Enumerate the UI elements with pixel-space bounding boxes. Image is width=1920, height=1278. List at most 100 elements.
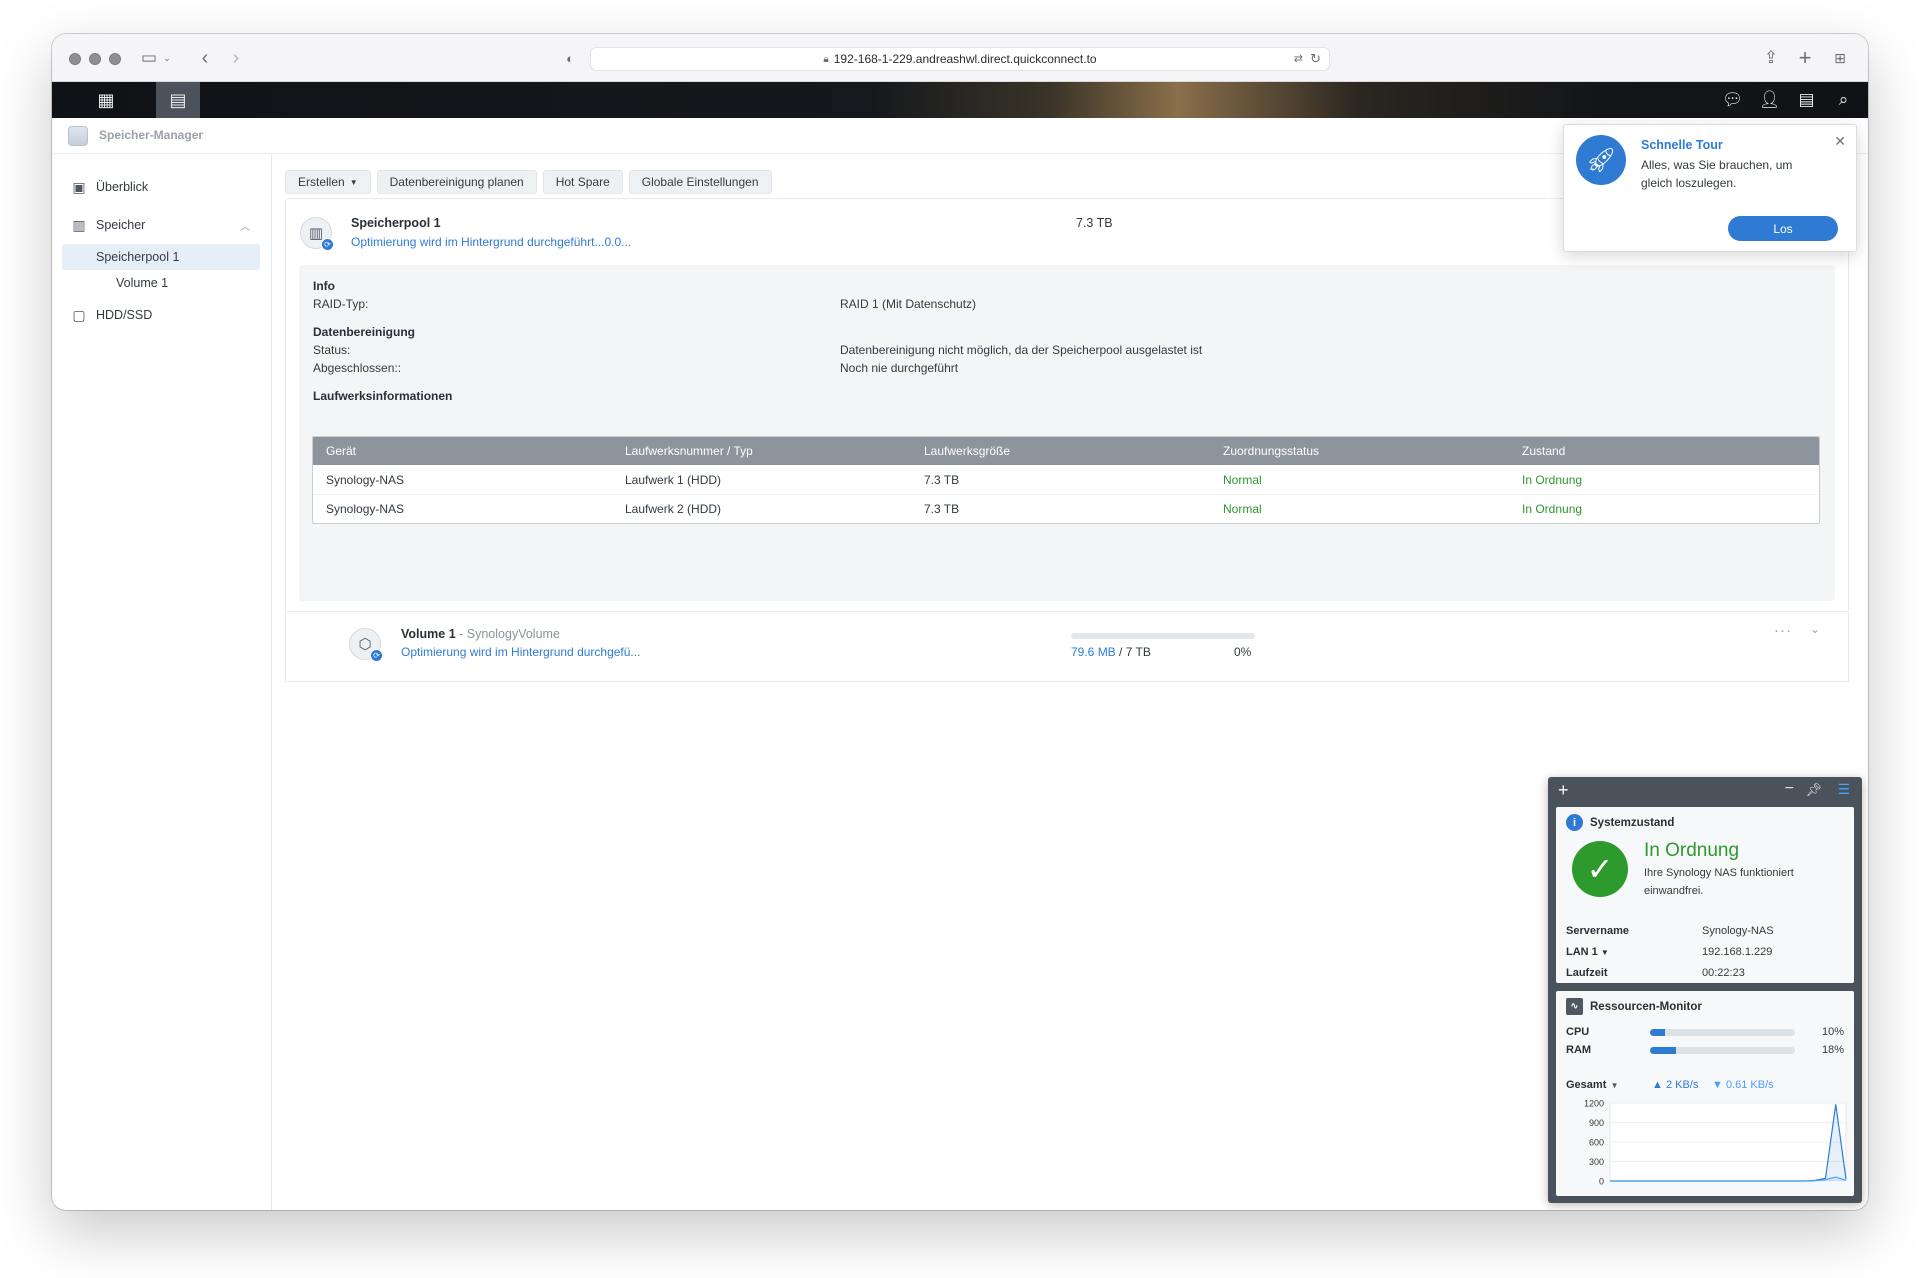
sidebar-item-overview[interactable]: ▣ Überblick: [62, 174, 260, 200]
storage-pool-card: ▥ ⟳ Speicherpool 1 Optimierung wird im H…: [285, 198, 1849, 612]
table-row[interactable]: Synology-NAS Laufwerk 1 (HDD) 7.3 TB Nor…: [313, 465, 1819, 494]
uptime-label: Laufzeit: [1566, 967, 1608, 979]
scrub-schedule-button[interactable]: Datenbereinigung planen: [376, 170, 537, 194]
volume-description: SynologyVolume: [466, 627, 560, 641]
widget-title: Systemzustand: [1590, 817, 1675, 829]
quick-tour-popup: 🚀︎ Schnelle Tour Alles, was Sie brauchen…: [1563, 124, 1857, 252]
table-row[interactable]: Synology-NAS Laufwerk 2 (HDD) 7.3 TB Nor…: [313, 494, 1819, 523]
back-arrow-icon[interactable]: ‹: [197, 46, 213, 70]
network-selector[interactable]: Gesamt ▼: [1566, 1079, 1619, 1091]
checkmark-icon: ✓: [1572, 841, 1628, 897]
sidebar-item-label: HDD/SSD: [96, 308, 153, 322]
upload-rate: ▲ 2 KB/s: [1652, 1079, 1698, 1091]
chevron-up-icon[interactable]: ︿: [240, 218, 250, 233]
sidebar-item-storage[interactable]: ▥ Speicher ︿: [62, 212, 260, 238]
privacy-shield-icon[interactable]: ◐: [561, 46, 579, 70]
pool-status-link[interactable]: Optimierung wird im Hintergrund durchgef…: [351, 235, 631, 249]
add-widget-icon[interactable]: +: [1558, 780, 1569, 801]
address-bar[interactable]: 🔒︎ 192-168-1-229.andreashwl.direct.quick…: [590, 47, 1330, 71]
volume-name: Volume 1: [401, 627, 456, 641]
chart-y-tick-label: 300: [1589, 1157, 1604, 1167]
create-button-label: Erstellen: [298, 175, 345, 189]
tab-overview-icon[interactable]: ⊞: [1830, 46, 1850, 70]
storage-manager-icon: [68, 126, 88, 146]
lock-icon: 🔒︎: [823, 53, 829, 65]
more-options-icon[interactable]: ···: [1774, 622, 1792, 639]
ram-label: RAM: [1566, 1044, 1592, 1056]
allocation-status-cell: Normal: [1223, 502, 1262, 516]
drive-size-cell: 7.3 TB: [924, 502, 960, 516]
drives-heading: Laufwerksinformationen: [313, 389, 453, 403]
volume-title: Volume 1 - SynologyVolume: [401, 627, 560, 641]
browser-window: ▭ ⌄ ‹ › ◐ 🔒︎ 192-168-1-229.andreashwl.di…: [52, 34, 1868, 1210]
lan-selector[interactable]: LAN 1 ▼: [1566, 946, 1609, 958]
chart-y-tick-label: 600: [1589, 1138, 1604, 1148]
pool-name: Speicherpool 1: [351, 216, 441, 230]
close-icon[interactable]: ✕: [1834, 133, 1846, 150]
column-header[interactable]: Zustand: [1509, 444, 1819, 458]
column-header[interactable]: Laufwerksgröße: [911, 444, 1210, 458]
network-row: Gesamt ▼ ▲ 2 KB/s ▼ 0.61 KB/s: [1566, 1079, 1844, 1091]
column-header[interactable]: Laufwerksnummer / Typ: [612, 444, 911, 458]
zoom-window-button[interactable]: [109, 53, 121, 65]
ram-row: RAM 18%: [1566, 1043, 1844, 1059]
sync-icon: ⟳: [321, 238, 334, 251]
hard-disk-icon: ▢: [72, 306, 86, 323]
widget-title: Ressourcen-Monitor: [1590, 1001, 1702, 1013]
tour-start-button[interactable]: Los: [1728, 216, 1838, 241]
cpu-label: CPU: [1566, 1026, 1590, 1038]
volume-separator: -: [455, 627, 467, 641]
uptime-value: 00:22:23: [1702, 967, 1745, 979]
translate-icon[interactable]: ⇄: [1294, 52, 1303, 65]
monitor-chart-icon: ∿: [1566, 998, 1583, 1015]
cpu-percent: 10%: [1821, 1026, 1844, 1038]
new-tab-plus-icon[interactable]: +: [1796, 45, 1814, 70]
health-status-cell: In Ordnung: [1522, 502, 1583, 516]
rocket-icon: 🚀︎: [1576, 135, 1626, 185]
pool-detail-panel: Info RAID-Typ: RAID 1 (Mit Datenschutz) …: [299, 265, 1835, 601]
network-chart: 1200 900 600 300 0: [1584, 1099, 1847, 1187]
download-rate: ▼ 0.61 KB/s: [1712, 1079, 1774, 1091]
column-header[interactable]: Zuordnungsstatus: [1210, 444, 1509, 458]
sidebar-item-storage-pool-1[interactable]: Speicherpool 1: [62, 244, 260, 270]
sidebar-toggle-icon[interactable]: ▭: [138, 46, 160, 70]
scrub-completed-value: Noch nie durchgeführt: [840, 361, 959, 375]
volume-used-link[interactable]: 79.6 MB: [1071, 645, 1116, 659]
expand-widgets-icon[interactable]: ☰: [1837, 781, 1850, 798]
storage-sidebar: ▣ Überblick ▥ Speicher ︿ Speicherpool 1 …: [52, 154, 272, 1210]
browser-toolbar: ▭ ⌄ ‹ › ◐ 🔒︎ 192-168-1-229.andreashwl.di…: [52, 34, 1868, 82]
info-heading: Info: [313, 279, 335, 293]
volume-card[interactable]: ⬡ ⟳ Volume 1 - SynologyVolume Optimierun…: [285, 612, 1849, 682]
volume-status-link[interactable]: Optimierung wird im Hintergrund durchgef…: [401, 645, 640, 659]
sidebar-item-hdd-ssd[interactable]: ▢ HDD/SSD: [62, 302, 260, 328]
user-icon[interactable]: 👤︎: [1751, 82, 1788, 118]
minimize-icon[interactable]: −: [1785, 780, 1794, 798]
search-icon[interactable]: ⌕: [1825, 82, 1862, 118]
close-window-button[interactable]: [69, 53, 81, 65]
forward-arrow-icon[interactable]: ›: [228, 46, 244, 70]
global-settings-button[interactable]: Globale Einstellungen: [628, 170, 772, 194]
device-cell: Synology-NAS: [326, 472, 405, 487]
volume-cube-icon: ⬡ ⟳: [349, 628, 383, 662]
widgets-icon[interactable]: ▤: [1788, 82, 1825, 118]
scrub-heading: Datenbereinigung: [313, 325, 416, 339]
create-button[interactable]: Erstellen ▼: [285, 170, 371, 194]
hot-spare-button[interactable]: Hot Spare: [542, 170, 623, 194]
notifications-icon[interactable]: 💬︎: [1714, 82, 1751, 118]
volume-usage: 79.6 MB / 7 TB: [1071, 645, 1151, 659]
reload-icon[interactable]: ↻: [1310, 51, 1321, 67]
sync-icon: ⟳: [370, 649, 383, 662]
cpu-usage-bar: [1650, 1029, 1795, 1036]
download-arrow-icon: ▼: [1712, 1079, 1726, 1091]
overview-icon: ▣: [72, 178, 86, 195]
column-header[interactable]: Gerät: [313, 444, 612, 458]
minimize-window-button[interactable]: [89, 53, 101, 65]
chevron-down-icon[interactable]: ⌄: [1810, 622, 1820, 636]
pin-icon[interactable]: 📌︎: [1805, 782, 1822, 798]
main-menu-icon[interactable]: ▦: [64, 82, 148, 118]
share-icon[interactable]: ⇪: [1762, 46, 1780, 70]
sidebar-item-volume-1[interactable]: Volume 1: [62, 270, 260, 296]
chevron-down-icon[interactable]: ⌄: [162, 46, 172, 70]
storage-manager-app-icon[interactable]: ▤: [156, 82, 200, 118]
upload-value: 2 KB/s: [1665, 1079, 1699, 1091]
